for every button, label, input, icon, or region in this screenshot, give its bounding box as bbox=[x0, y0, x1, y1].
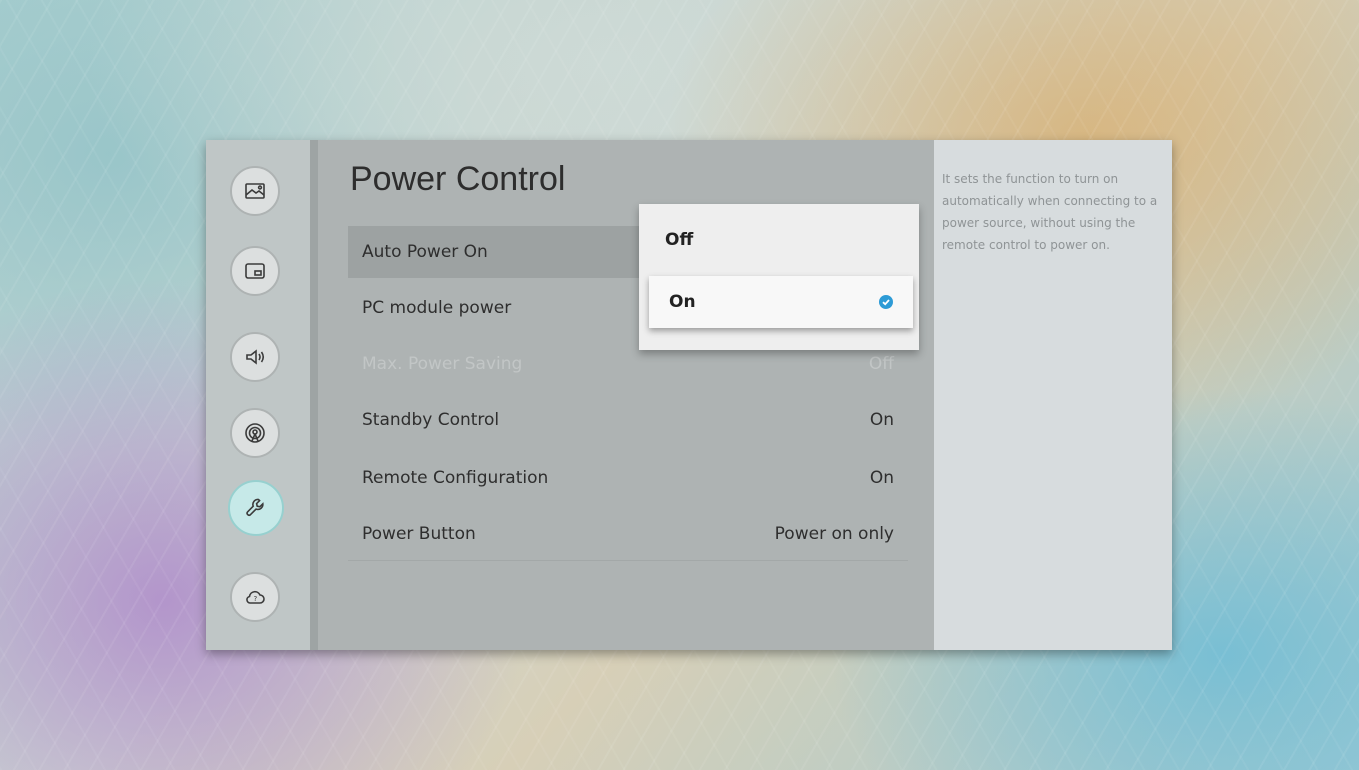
menu-item-power-button[interactable]: Power Button Power on only bbox=[348, 508, 908, 560]
menu-item-label: Remote Configuration bbox=[362, 468, 549, 488]
picture-icon[interactable] bbox=[230, 166, 280, 216]
dropdown-option-on[interactable]: On bbox=[649, 276, 913, 328]
menu-item-label: PC module power bbox=[362, 298, 512, 318]
menu-item-label: Max. Power Saving bbox=[362, 354, 523, 374]
check-icon bbox=[879, 295, 893, 309]
sound-icon[interactable] bbox=[230, 332, 280, 382]
system-wrench-icon[interactable] bbox=[228, 480, 284, 536]
menu-item-standby-control[interactable]: Standby Control On bbox=[348, 394, 908, 446]
menu-item-label: Standby Control bbox=[362, 410, 500, 430]
dropdown-option-label: Off bbox=[665, 230, 694, 250]
help-text: It sets the function to turn on automati… bbox=[942, 172, 1158, 252]
menu-item-label: Power Button bbox=[362, 524, 476, 544]
broadcasting-icon[interactable] bbox=[230, 408, 280, 458]
dropdown-option-off[interactable]: Off bbox=[639, 214, 919, 266]
menu-item-value: Off bbox=[868, 354, 894, 374]
picture-in-picture-icon[interactable] bbox=[230, 246, 280, 296]
settings-panel: ? Power Control Auto Power On PC module … bbox=[206, 140, 1172, 650]
svg-text:?: ? bbox=[254, 595, 258, 603]
menu-separator bbox=[348, 560, 908, 561]
menu-item-value: On bbox=[869, 410, 894, 430]
dropdown-option-label: On bbox=[669, 292, 696, 312]
auto-power-on-dropdown: Off On bbox=[639, 204, 919, 350]
menu-item-value: Power on only bbox=[774, 524, 894, 544]
support-cloud-icon[interactable]: ? bbox=[230, 572, 280, 622]
menu-item-label: Auto Power On bbox=[362, 242, 488, 262]
menu-item-remote-configuration[interactable]: Remote Configuration On bbox=[348, 452, 908, 504]
sidebar-divider bbox=[310, 140, 318, 650]
page-title: Power Control bbox=[350, 160, 566, 198]
menu-item-value: On bbox=[869, 468, 894, 488]
help-pane: It sets the function to turn on automati… bbox=[934, 140, 1172, 650]
category-sidebar: ? bbox=[206, 140, 316, 650]
